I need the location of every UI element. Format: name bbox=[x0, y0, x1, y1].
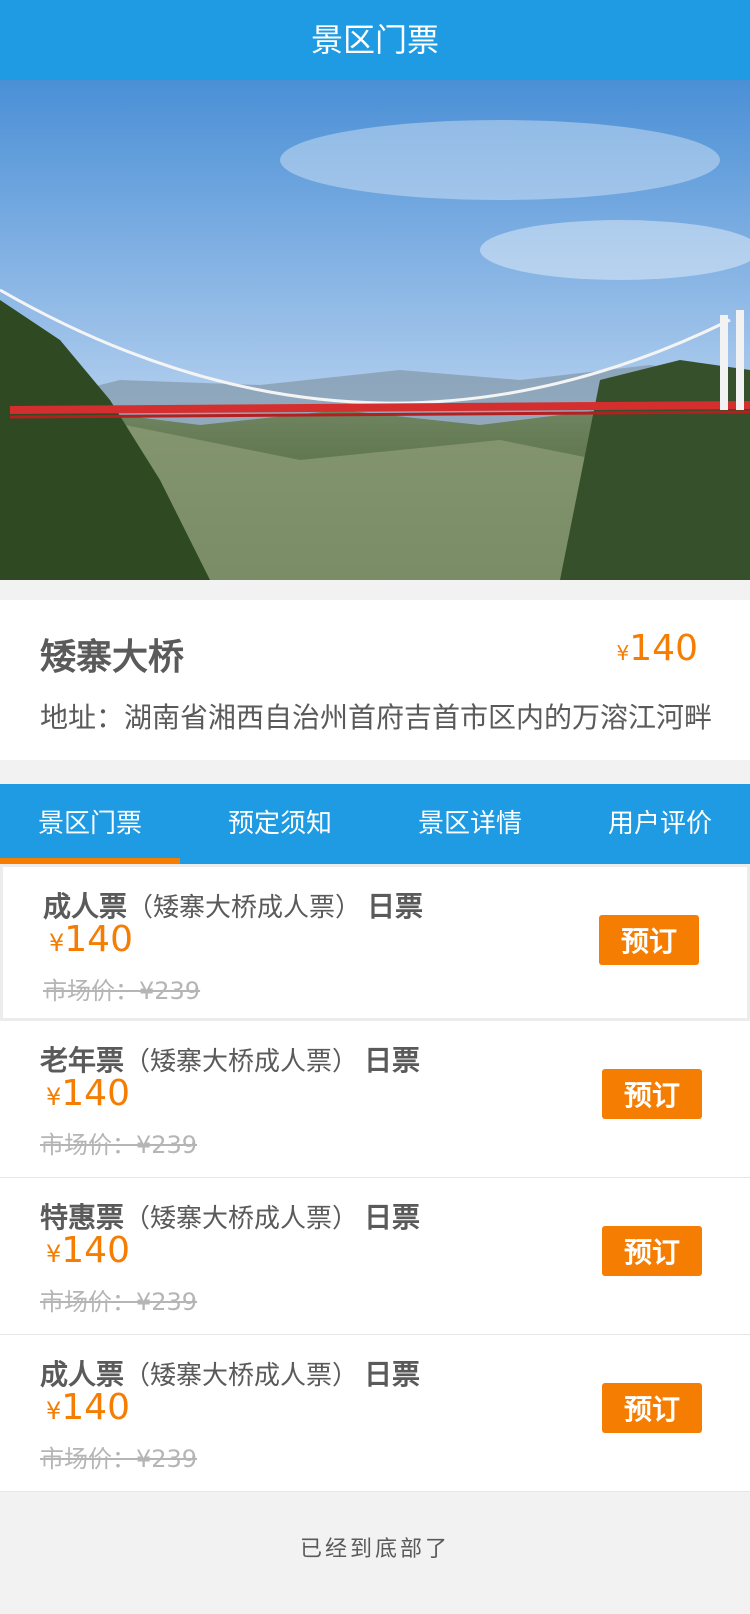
book-button[interactable]: 预订 bbox=[602, 1383, 702, 1433]
scenic-address: 地址：湖南省湘西自治州首府吉首市区内的万溶江河畔 bbox=[40, 701, 713, 734]
ticket-price: ¥140 bbox=[46, 1073, 130, 1114]
tab-bar: 景区门票 预定须知 景区详情 用户评价 bbox=[0, 784, 750, 864]
ticket-day: 日票 bbox=[364, 1358, 421, 1391]
ticket-item: 成人票（矮寨大桥成人票） 日票 ¥140 市场价：¥239 预订 bbox=[0, 864, 750, 1021]
bridge-landscape-image bbox=[0, 80, 750, 580]
book-button[interactable]: 预订 bbox=[599, 915, 699, 965]
market-price: 市场价：¥239 bbox=[40, 1288, 198, 1316]
ticket-subtitle: （矮寨大桥成人票） bbox=[124, 1047, 359, 1077]
price-value: 140 bbox=[629, 628, 698, 669]
ticket-day: 日票 bbox=[367, 890, 424, 923]
ticket-subtitle: （矮寨大桥成人票） bbox=[124, 1204, 359, 1234]
tab-tickets[interactable]: 景区门票 bbox=[0, 784, 180, 864]
tab-scenic-details[interactable]: 景区详情 bbox=[380, 784, 560, 864]
scenic-price: ¥140 bbox=[617, 628, 698, 669]
price-value: 140 bbox=[61, 1387, 130, 1428]
scenic-name: 矮寨大桥 bbox=[40, 637, 185, 678]
market-price: 市场价：¥239 bbox=[40, 1131, 198, 1159]
currency-symbol: ¥ bbox=[616, 641, 630, 665]
scenic-info-card: 矮寨大桥 ¥140 地址：湖南省湘西自治州首府吉首市区内的万溶江河畔 bbox=[0, 600, 750, 760]
price-value: 140 bbox=[61, 1230, 130, 1271]
currency-symbol: ¥ bbox=[46, 1240, 62, 1268]
ticket-subtitle: （矮寨大桥成人票） bbox=[124, 1361, 359, 1391]
ticket-price: ¥140 bbox=[49, 919, 133, 960]
ticket-item: 老年票（矮寨大桥成人票） 日票 ¥140 市场价：¥239 预订 bbox=[0, 1021, 750, 1178]
ticket-day: 日票 bbox=[364, 1201, 421, 1234]
price-value: 140 bbox=[61, 1073, 130, 1114]
ticket-day: 日票 bbox=[364, 1044, 421, 1077]
tab-user-reviews[interactable]: 用户评价 bbox=[570, 784, 750, 864]
ticket-list: 成人票（矮寨大桥成人票） 日票 ¥140 市场价：¥239 预订 老年票（矮寨大桥… bbox=[0, 864, 750, 1492]
price-value: 140 bbox=[64, 919, 133, 960]
ticket-price: ¥140 bbox=[46, 1387, 130, 1428]
ticket-item: 特惠票（矮寨大桥成人票） 日票 ¥140 市场价：¥239 预订 bbox=[0, 1178, 750, 1335]
currency-symbol: ¥ bbox=[46, 1083, 62, 1111]
ticket-subtitle: （矮寨大桥成人票） bbox=[127, 893, 362, 923]
currency-symbol: ¥ bbox=[49, 929, 65, 957]
end-of-list-text: 已经到底部了 bbox=[299, 1537, 450, 1562]
header-title: 景区门票 bbox=[0, 0, 750, 80]
ticket-item: 成人票（矮寨大桥成人票） 日票 ¥140 市场价：¥239 预订 bbox=[0, 1335, 750, 1492]
tab-booking-notice[interactable]: 预定须知 bbox=[190, 784, 370, 864]
scenic-photo bbox=[0, 80, 750, 580]
market-price: 市场价：¥239 bbox=[40, 1445, 198, 1473]
currency-symbol: ¥ bbox=[46, 1397, 62, 1425]
ticket-price: ¥140 bbox=[46, 1230, 130, 1271]
book-button[interactable]: 预订 bbox=[602, 1226, 702, 1276]
book-button[interactable]: 预订 bbox=[602, 1069, 702, 1119]
market-price: 市场价：¥239 bbox=[43, 977, 201, 1005]
